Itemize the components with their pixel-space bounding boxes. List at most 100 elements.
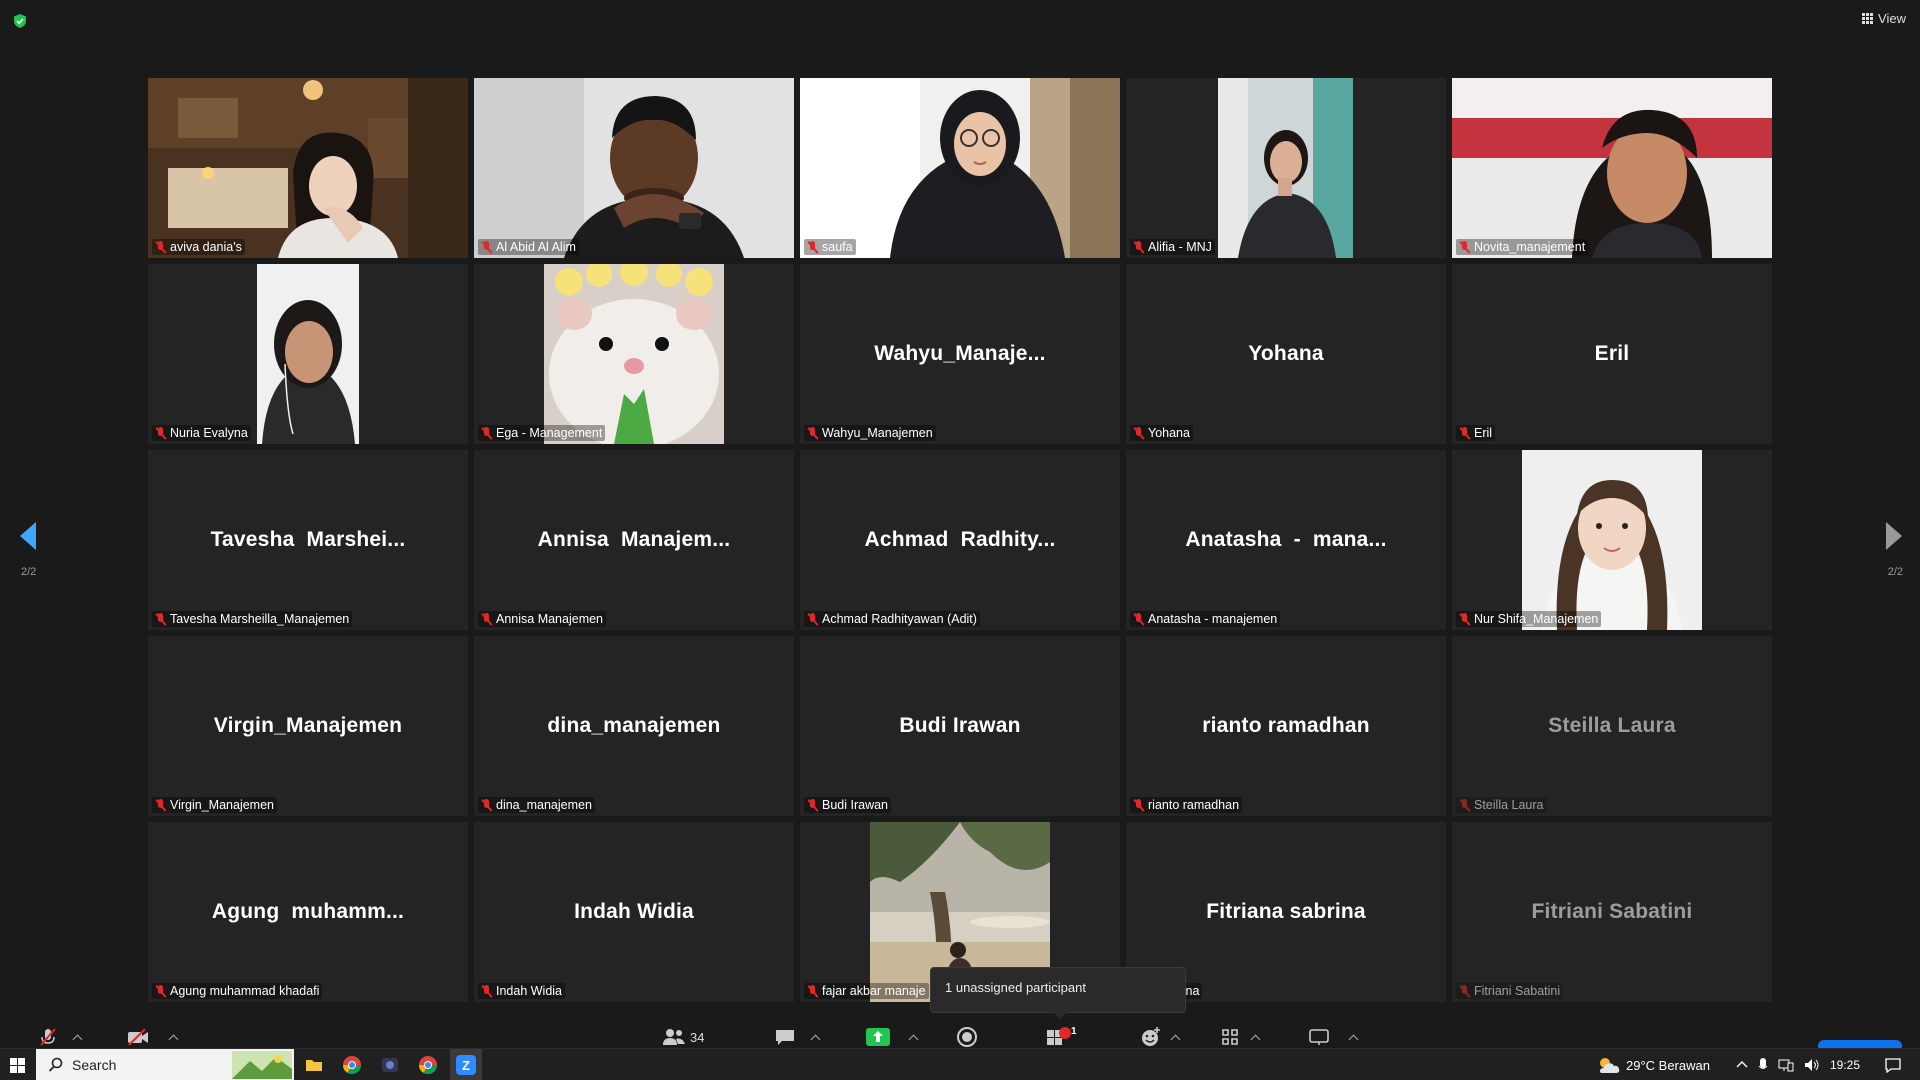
participant-tile[interactable]: aviva dania's xyxy=(148,78,468,258)
participant-tile[interactable]: Alifia - MNJ xyxy=(1126,78,1446,258)
participant-display-name: Budi Irawan xyxy=(899,714,1021,737)
participant-display-name: Fitriana sabrina xyxy=(1206,900,1366,923)
record-button[interactable] xyxy=(956,1026,978,1048)
breakout-rooms-button[interactable]: 1 xyxy=(1046,1026,1077,1048)
chat-button[interactable] xyxy=(774,1026,796,1048)
participant-tile[interactable]: dina_manajemen dina_manajemen xyxy=(474,636,794,816)
participant-tile[interactable]: Eril Eril xyxy=(1452,264,1772,444)
participant-tile[interactable]: Budi Irawan Budi Irawan xyxy=(800,636,1120,816)
next-page-arrow[interactable] xyxy=(1886,522,1902,550)
chrome-2-taskbar-icon[interactable] xyxy=(418,1049,438,1080)
start-video-button[interactable] xyxy=(126,1026,150,1048)
participant-tile[interactable]: Anatasha - mana... Anatasha - manajemen xyxy=(1126,450,1446,630)
mic-muted-icon xyxy=(155,240,166,254)
participant-display-name: Eril xyxy=(1594,342,1630,365)
page-indicator-right: 2/2 xyxy=(1887,566,1903,578)
tray-overflow-chevron-icon[interactable] xyxy=(1736,1059,1748,1071)
notifications-icon[interactable] xyxy=(1884,1057,1902,1073)
participant-video xyxy=(1522,450,1702,630)
participant-display-name: Indah Widia xyxy=(574,900,694,923)
previous-page-arrow[interactable] xyxy=(20,522,36,550)
participant-tile[interactable]: Nur Shifa_Manajemen xyxy=(1452,450,1772,630)
participant-tile[interactable]: Tavesha Marshei... Tavesha Marsheilla_Man… xyxy=(148,450,468,630)
reactions-button[interactable] xyxy=(1140,1026,1162,1048)
zoom-meeting-window: View 2/2 2/2 aviva dania's Al Abid Al Ali… xyxy=(0,0,1920,1080)
participant-tile[interactable]: Steilla Laura Steilla Laura xyxy=(1452,636,1772,816)
meeting-toolbar: 34 1 xyxy=(0,1026,1920,1048)
mic-muted-icon xyxy=(155,612,166,626)
mic-muted-icon xyxy=(1133,426,1144,440)
participant-name: Virgin_Manajemen xyxy=(170,798,274,812)
video-options-chevron[interactable] xyxy=(168,1026,179,1048)
zoom-taskbar-icon[interactable]: Z xyxy=(450,1049,482,1080)
start-button[interactable] xyxy=(10,1049,25,1080)
participant-name-label: Budi Irawan xyxy=(804,797,892,813)
mic-muted-icon xyxy=(1133,240,1144,254)
participant-tile[interactable]: Nuria Evalyna xyxy=(148,264,468,444)
participant-tile[interactable]: Novita_manajement xyxy=(1452,78,1772,258)
participant-name-label: saufa xyxy=(804,239,856,255)
participant-tile[interactable]: Agung muhamm... Agung muhammad khadafi xyxy=(148,822,468,1002)
participant-name-label: Anatasha - manajemen xyxy=(1130,611,1281,627)
network-icon[interactable] xyxy=(1778,1058,1794,1072)
clock-time[interactable]: 19:25 xyxy=(1830,1058,1860,1072)
participant-name-label: fajar akbar manaje xyxy=(804,983,929,999)
view-label: View xyxy=(1878,11,1906,26)
weather-widget[interactable]: 29°C Berawan xyxy=(1596,1049,1710,1080)
apps-options-chevron[interactable] xyxy=(1250,1026,1261,1048)
participant-tile[interactable]: Virgin_Manajemen Virgin_Manajemen xyxy=(148,636,468,816)
share-screen-button[interactable] xyxy=(866,1026,890,1048)
share-options-chevron[interactable] xyxy=(908,1026,919,1048)
participant-tile[interactable]: Ega - Management xyxy=(474,264,794,444)
unmute-button[interactable] xyxy=(38,1026,58,1048)
mic-muted-icon xyxy=(1459,798,1470,812)
participant-tile[interactable]: saufa xyxy=(800,78,1120,258)
participants-count: 34 xyxy=(690,1029,705,1045)
whiteboard-icon xyxy=(1309,1029,1329,1045)
encryption-shield-icon[interactable] xyxy=(12,13,28,29)
participant-tile[interactable]: Wahyu_Manaje... Wahyu_Manajemen xyxy=(800,264,1120,444)
whiteboard-options-chevron[interactable] xyxy=(1348,1026,1359,1048)
participant-tile[interactable]: Al Abid Al Alim xyxy=(474,78,794,258)
audio-options-chevron[interactable] xyxy=(72,1026,83,1048)
participant-tile[interactable]: Yohana Yohana xyxy=(1126,264,1446,444)
reactions-options-chevron[interactable] xyxy=(1170,1026,1181,1048)
participant-video xyxy=(544,264,724,444)
taskbar-search-box[interactable]: Search xyxy=(36,1049,294,1080)
participant-display-name: Wahyu_Manaje... xyxy=(874,342,1046,365)
participant-video xyxy=(1452,78,1772,258)
participant-tile[interactable]: rianto ramadhan rianto ramadhan xyxy=(1126,636,1446,816)
participant-tile[interactable]: Indah Widia Indah Widia xyxy=(474,822,794,1002)
weather-text: 29°C Berawan xyxy=(1626,1057,1710,1073)
chat-options-chevron[interactable] xyxy=(810,1026,821,1048)
microphone-tray-icon[interactable] xyxy=(1758,1057,1768,1073)
participant-name-label: dina_manajemen xyxy=(478,797,595,813)
mic-muted-icon xyxy=(807,426,818,440)
participant-name: Agung muhammad khadafi xyxy=(170,984,320,998)
participant-name: Ega - Management xyxy=(496,426,603,440)
volume-icon[interactable] xyxy=(1804,1058,1820,1072)
leave-button[interactable] xyxy=(1818,1040,1902,1048)
participant-video xyxy=(257,264,359,444)
whiteboard-button[interactable] xyxy=(1308,1026,1330,1048)
participant-name-label: Agung muhammad khadafi xyxy=(152,983,323,999)
participant-tile[interactable]: Annisa Manajem... Annisa Manajemen xyxy=(474,450,794,630)
participant-name: aviva dania's xyxy=(170,240,242,254)
view-button[interactable]: View xyxy=(1862,11,1906,26)
apps-button[interactable] xyxy=(1220,1026,1240,1048)
participant-name: Yohana xyxy=(1148,426,1190,440)
participant-tile[interactable]: Achmad Radhity... Achmad Radhityawan (Adi… xyxy=(800,450,1120,630)
camera-app-taskbar-icon[interactable] xyxy=(380,1049,400,1080)
participant-name-label: Fitriani Sabatini xyxy=(1456,983,1564,999)
file-explorer-taskbar-icon[interactable] xyxy=(304,1049,324,1080)
participants-button[interactable]: 34 xyxy=(662,1026,704,1048)
chrome-taskbar-icon[interactable] xyxy=(342,1049,362,1080)
weather-cloud-sun-icon xyxy=(1600,1058,1620,1073)
participant-display-name: Anatasha - mana... xyxy=(1185,528,1387,551)
participant-display-name: rianto ramadhan xyxy=(1202,714,1370,737)
participant-tile[interactable]: Fitriani Sabatini Fitriani Sabatini xyxy=(1452,822,1772,1002)
participant-name: rianto ramadhan xyxy=(1148,798,1240,812)
participant-name-label: Alifia - MNJ xyxy=(1130,239,1215,255)
mic-muted-icon xyxy=(481,426,492,440)
participant-name-label: Tavesha Marsheilla_Manajemen xyxy=(152,611,353,627)
